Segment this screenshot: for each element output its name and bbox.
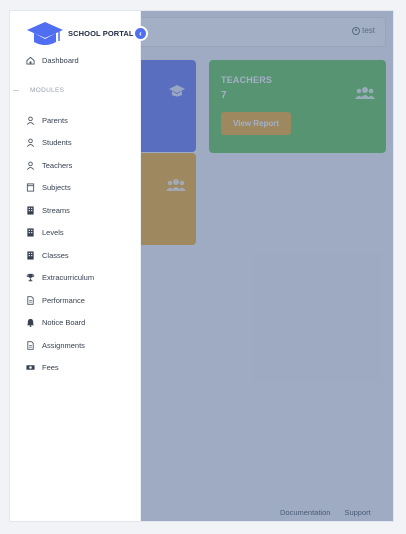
- sidebar-item-label: Parents: [42, 115, 68, 125]
- sidebar-item-performance[interactable]: Performance: [26, 289, 94, 312]
- home-icon: [26, 56, 35, 65]
- sidebar-item-label: Performance: [42, 295, 85, 305]
- sidebar-item-notice-board[interactable]: Notice Board: [26, 312, 94, 335]
- brand-name: SCHOOL PORTAL: [68, 29, 134, 38]
- sidebar-item-label: Teachers: [42, 160, 73, 170]
- sidebar-item-label: Classes: [42, 250, 69, 260]
- bell-icon: [26, 318, 35, 328]
- sidebar-item-streams[interactable]: Streams: [26, 199, 94, 222]
- sidebar-item-label: Levels: [42, 228, 64, 238]
- sidebar-item-teachers[interactable]: Teachers: [26, 154, 94, 177]
- sidebar-item-label: Notice Board: [42, 318, 86, 328]
- building-icon: [26, 251, 35, 260]
- book-icon: [26, 183, 35, 192]
- sidebar-item-subjects[interactable]: Subjects: [26, 177, 94, 200]
- sidebar-item-label: Streams: [42, 205, 70, 215]
- sidebar-nav: Parents Students Teachers Subjects Strea…: [26, 109, 94, 379]
- trophy-icon: [26, 273, 35, 282]
- sidebar-item-dashboard[interactable]: Dashboard: [26, 56, 79, 65]
- sidebar-item-students[interactable]: Students: [26, 132, 94, 155]
- sidebar-item-label: Subjects: [42, 183, 71, 193]
- sidebar-item-label: Fees: [42, 363, 59, 373]
- money-icon: [26, 363, 35, 372]
- sidebar: SCHOOL PORTAL Dashboard MODULES Parents …: [10, 11, 141, 521]
- building-icon: [26, 206, 35, 215]
- sidebar-item-label: Extracurriculum: [42, 273, 95, 283]
- chevron-left-icon: ‹: [139, 29, 142, 38]
- sidebar-item-label: Students: [42, 138, 72, 148]
- sidebar-item-label: Assignments: [42, 340, 85, 350]
- sidebar-item-fees[interactable]: Fees: [26, 357, 94, 380]
- modules-section-label: MODULES: [13, 87, 64, 94]
- sidebar-item-classes[interactable]: Classes: [26, 244, 94, 267]
- sidebar-item-parents[interactable]: Parents: [26, 109, 94, 132]
- app-window: test TEACHERS 7 View Report Documentatio…: [9, 10, 394, 522]
- graduation-cap-logo-icon: [26, 19, 64, 49]
- sidebar-item-label: Dashboard: [42, 56, 79, 65]
- user-icon: [26, 138, 35, 148]
- sidebar-item-levels[interactable]: Levels: [26, 222, 94, 245]
- sidebar-item-assignments[interactable]: Assignments: [26, 334, 94, 357]
- sidebar-item-extracurriculum[interactable]: Extracurriculum: [26, 267, 94, 290]
- document-icon: [26, 296, 35, 305]
- section-divider: [13, 90, 19, 91]
- user-icon: [26, 116, 35, 125]
- collapse-sidebar-button[interactable]: ‹: [133, 26, 148, 41]
- document-icon: [26, 341, 35, 350]
- user-icon: [26, 161, 35, 170]
- building-icon: [26, 228, 35, 237]
